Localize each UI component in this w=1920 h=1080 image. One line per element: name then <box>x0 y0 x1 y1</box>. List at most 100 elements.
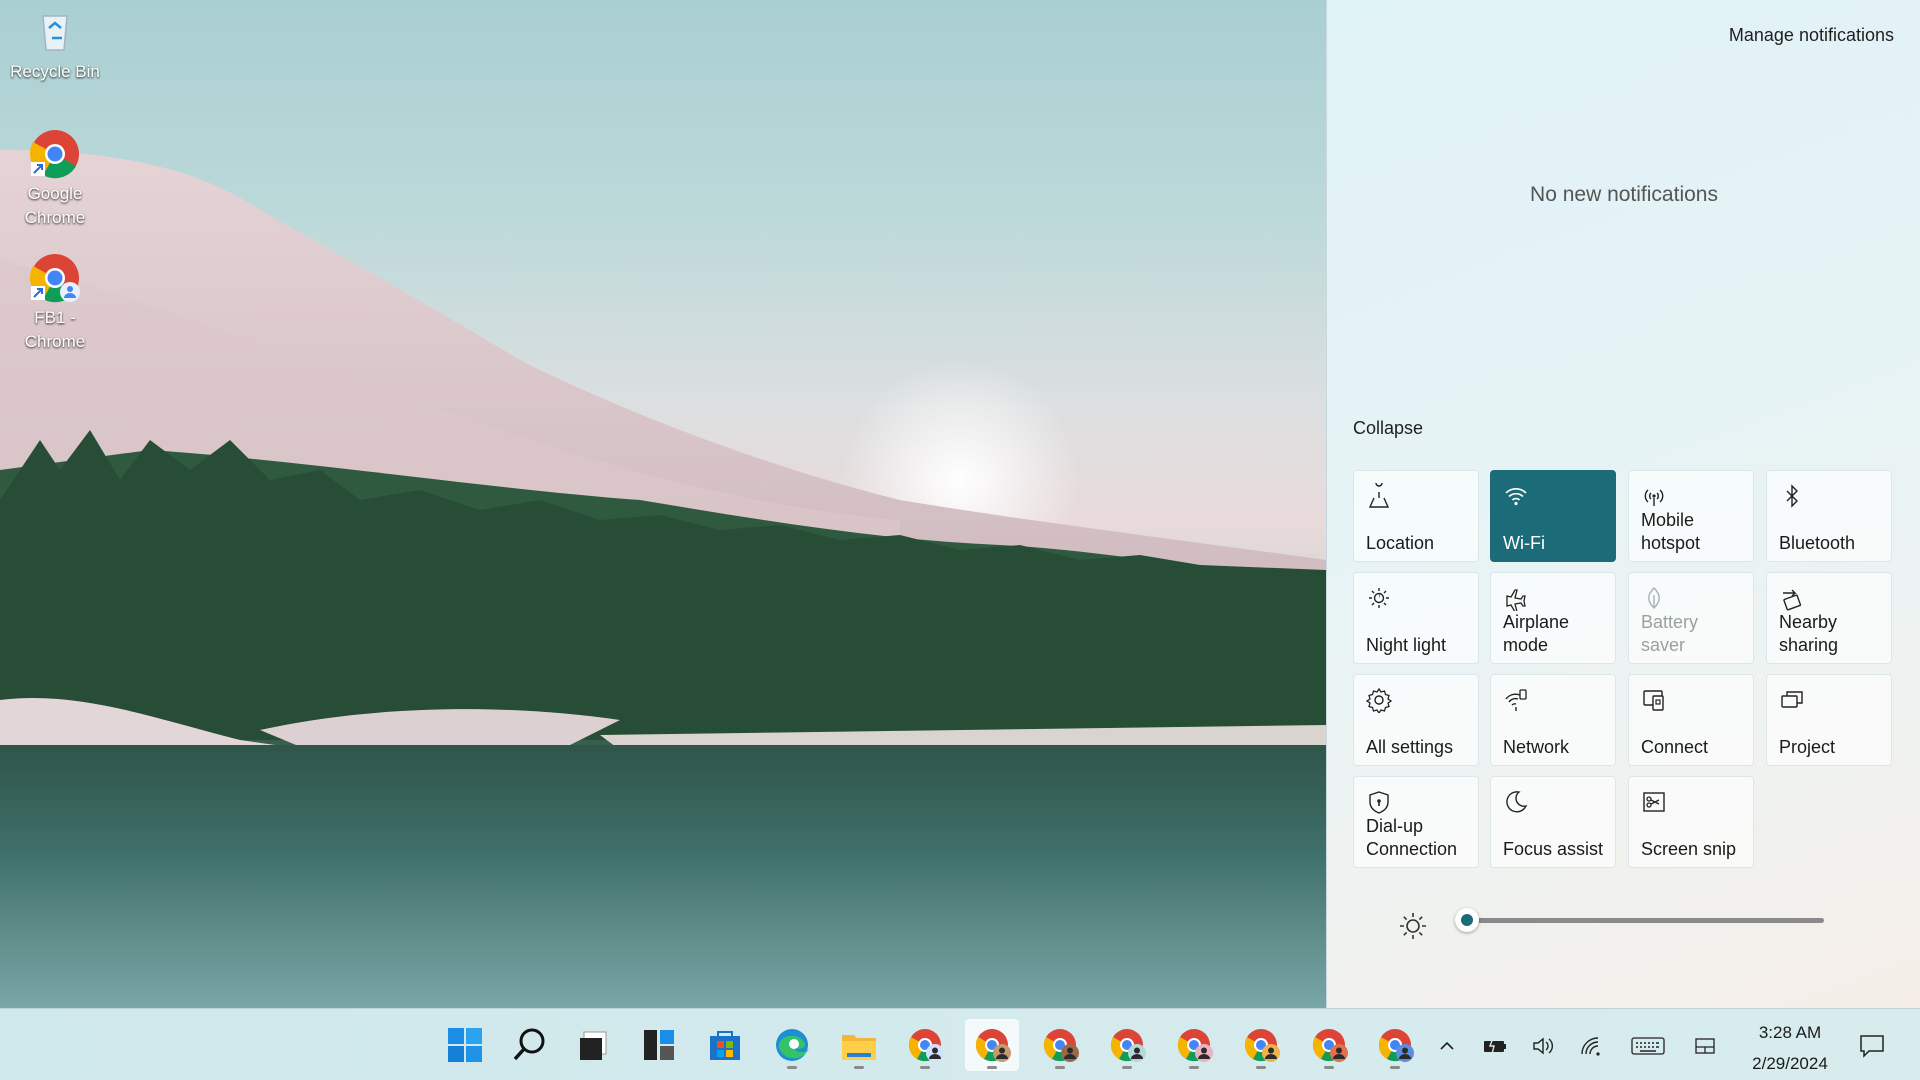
quick-action-label: Project <box>1779 737 1836 757</box>
file-explorer-icon <box>842 1035 876 1060</box>
brightness-slider-thumb[interactable] <box>1455 908 1480 932</box>
quick-action-screen-snip[interactable]: Screen snip <box>1628 776 1754 868</box>
chrome-icon <box>29 128 81 180</box>
quick-action-focus-assist[interactable]: Focus assist <box>1490 776 1616 868</box>
wallpaper-scene <box>0 150 1326 1008</box>
desktop-icon-google-chrome[interactable]: Google Chrome <box>6 128 104 230</box>
quick-action-label: Wi-Fi <box>1503 533 1545 553</box>
taskbar-chrome-profile-2-button[interactable] <box>965 1019 1019 1071</box>
quick-action-label: Night light <box>1366 635 1447 655</box>
taskbar-store-button[interactable] <box>698 1019 752 1071</box>
chrome-profile-2-icon <box>975 1029 1011 1062</box>
taskbar-task-view-button[interactable] <box>567 1019 621 1071</box>
brightness-icon <box>1398 911 1428 941</box>
quick-action-label: Connect <box>1641 737 1709 757</box>
chrome-profile-4-icon <box>1110 1029 1146 1062</box>
show-hidden-icons-button[interactable] <box>1430 1029 1464 1063</box>
quick-action-wi-fi[interactable]: Wi-Fi <box>1490 470 1616 562</box>
running-indicator <box>1189 1066 1199 1069</box>
quick-action-mobile-hotspot[interactable]: Mobile hotspot <box>1628 470 1754 562</box>
connect-icon <box>1641 687 1667 713</box>
quick-action-location[interactable]: Location <box>1353 470 1479 562</box>
taskbar-search-button[interactable] <box>502 1019 556 1071</box>
desktop-icon-fb1-chrome[interactable]: FB1 - Chrome <box>6 252 104 354</box>
running-indicator <box>1324 1066 1334 1069</box>
taskbar-chrome-profile-1-button[interactable] <box>898 1019 952 1071</box>
taskbar-chrome-profile-7-button[interactable] <box>1302 1019 1356 1071</box>
taskbar-chrome-profile-6-button[interactable] <box>1234 1019 1288 1071</box>
taskbar-start-button[interactable] <box>438 1019 492 1071</box>
desktop-icon-label: Recycle Bin <box>10 62 100 81</box>
quick-action-connect[interactable]: Connect <box>1628 674 1754 766</box>
taskbar-chrome-profile-5-button[interactable] <box>1167 1019 1221 1071</box>
desktop-icon-recycle-bin[interactable]: Recycle Bin <box>6 6 104 84</box>
quick-action-label: Location <box>1366 533 1435 553</box>
recycle-bin-icon <box>29 6 81 58</box>
quick-action-bluetooth[interactable]: Bluetooth <box>1766 470 1892 562</box>
no-notifications-text: No new notifications <box>1530 183 1718 206</box>
quick-action-night-light[interactable]: Night light <box>1353 572 1479 664</box>
clock-date: 2/29/2024 <box>1752 1054 1828 1073</box>
chrome-profile-5-icon <box>1177 1029 1213 1062</box>
quick-action-label: Screen snip <box>1641 839 1737 859</box>
tablet-icon <box>1695 1038 1715 1054</box>
keyboard-icon <box>1631 1037 1665 1055</box>
quick-action-all-settings[interactable]: All settings <box>1353 674 1479 766</box>
notification-icon <box>1860 1035 1884 1058</box>
location-icon <box>1366 479 1392 509</box>
chrome-profile-icon <box>29 252 81 304</box>
start-icon <box>448 1028 482 1062</box>
action-center-button[interactable] <box>1852 1029 1892 1063</box>
project-icon <box>1779 687 1805 713</box>
quick-action-dial-up-connection[interactable]: Dial-up Connection <box>1353 776 1479 868</box>
quick-action-label: Battery saver <box>1641 612 1699 655</box>
chrome-profile-3-icon <box>1043 1029 1079 1062</box>
running-indicator <box>1256 1066 1266 1069</box>
taskbar-chrome-profile-8-button[interactable] <box>1368 1019 1422 1071</box>
quick-action-airplane-mode[interactable]: Airplane mode <box>1490 572 1616 664</box>
moon-icon <box>1503 789 1529 815</box>
edge-icon <box>776 1029 809 1061</box>
network-tray-button[interactable] <box>1574 1029 1608 1063</box>
running-indicator <box>987 1066 997 1069</box>
speaker-icon <box>1533 1037 1553 1055</box>
chevron-up-icon <box>1440 1041 1454 1050</box>
quick-action-project[interactable]: Project <box>1766 674 1892 766</box>
desktop-icon-label: FB1 - Chrome <box>24 308 86 351</box>
taskbar-chrome-profile-4-button[interactable] <box>1100 1019 1154 1071</box>
quick-action-nearby-sharing[interactable]: Nearby sharing <box>1766 572 1892 664</box>
quick-action-network[interactable]: Network <box>1490 674 1616 766</box>
task-view-icon <box>580 1031 607 1060</box>
quick-action-label: Dial-up Connection <box>1366 816 1458 859</box>
brightness-slider[interactable] <box>1455 908 1824 932</box>
battery-tray-button[interactable] <box>1478 1029 1512 1063</box>
mobile-hotspot-icon <box>1641 483 1667 509</box>
search-icon <box>513 1028 545 1061</box>
running-indicator <box>1122 1066 1132 1069</box>
taskbar-clock[interactable]: 3:28 AM 2/29/2024 <box>1736 1017 1844 1079</box>
chrome-profile-1-icon <box>908 1029 944 1062</box>
chrome-profile-7-icon <box>1312 1029 1348 1062</box>
manage-notifications-link[interactable]: Manage notifications <box>1729 25 1894 46</box>
store-icon <box>710 1031 740 1060</box>
action-center-panel: Manage notifications No new notification… <box>1326 0 1920 1008</box>
taskbar-widgets-button[interactable] <box>632 1019 686 1071</box>
quick-action-label: Mobile hotspot <box>1641 510 1701 553</box>
touch-keyboard-button[interactable] <box>1626 1029 1670 1063</box>
taskbar-chrome-profile-3-button[interactable] <box>1033 1019 1087 1071</box>
taskbar-edge-button[interactable] <box>765 1019 819 1071</box>
quick-action-label: Focus assist <box>1503 839 1604 859</box>
battery-icon <box>1484 1037 1506 1055</box>
quick-action-label: Network <box>1503 737 1570 757</box>
taskbar-file-explorer-button[interactable] <box>832 1019 886 1071</box>
battery-saver-icon <box>1641 585 1667 611</box>
night-light-icon <box>1366 585 1392 611</box>
nearby-sharing-icon <box>1779 585 1805 611</box>
volume-tray-button[interactable] <box>1526 1029 1560 1063</box>
collapse-button[interactable]: Collapse <box>1353 418 1423 439</box>
clock-time: 3:28 AM <box>1758 1023 1822 1042</box>
running-indicator <box>1055 1066 1065 1069</box>
quick-action-label: Bluetooth <box>1779 533 1856 553</box>
chrome-profile-8-icon <box>1378 1029 1414 1062</box>
tablet-mode-button[interactable] <box>1688 1029 1722 1063</box>
